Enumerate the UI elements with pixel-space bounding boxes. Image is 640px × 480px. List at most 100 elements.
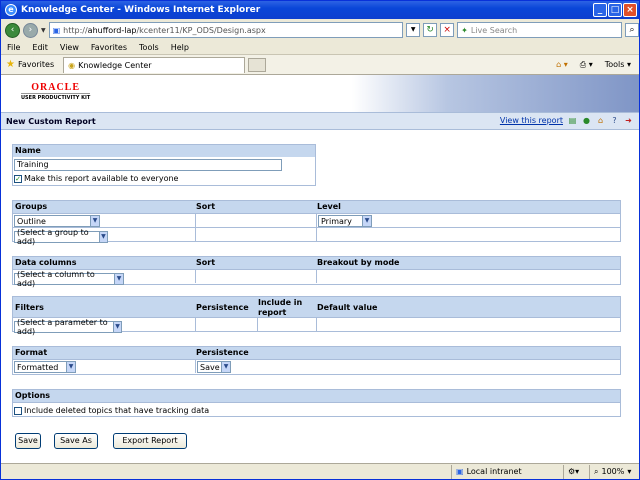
tab-label: Knowledge Center [78,60,152,70]
persistence-select[interactable]: Save ▼ [197,361,231,373]
filters-header: Filters [15,303,44,312]
search-input[interactable]: ✦ Live Search [457,22,622,38]
home-icon[interactable]: ⌂ ▾ [556,60,568,69]
data-sort-header: Sort [196,258,216,267]
parameter-add-select[interactable]: (Select a parameter to add) ▼ [14,318,122,336]
name-value: Training [17,160,49,169]
tab-page-icon: ◉ [68,60,76,70]
history-dropdown-icon[interactable]: ▼ [41,27,46,34]
group-select[interactable]: Outline ▼ [14,215,100,227]
share-checkbox[interactable]: ✓ [14,174,22,183]
page-header: New Custom Report View this report ▤ ● ⌂… [1,112,639,130]
address-bar: ‹ › ▼ ▣ http://ahufford-lap/kcenter11/KP… [1,19,639,41]
zoom-label: 100% [601,467,625,476]
include-header: Include in report [258,298,303,317]
menu-file[interactable]: File [7,43,20,52]
url-path: /kcenter11/KP_ODS/Design.aspx [136,25,266,35]
menu-help[interactable]: Help [171,43,189,52]
url-input[interactable]: ▣ http://ahufford-lap/kcenter11/KP_ODS/D… [48,22,404,38]
column-add-value: (Select a column to add) [17,270,95,288]
home-icon[interactable]: ⌂ [596,116,605,125]
group-add-value: (Select a group to add) [17,228,89,246]
menu-favorites[interactable]: Favorites [91,43,127,52]
refresh-icon[interactable]: ↻ [423,23,438,37]
menu-bar: File Edit View Favorites Tools Help [1,41,639,55]
close-button[interactable]: × [623,3,637,17]
filters-persistence-header: Persistence [196,303,249,312]
options-header: Options [13,390,620,402]
level-header: Level [317,202,341,211]
ie-logo-icon: e [5,4,17,16]
name-section: Name Training ✓ Make this report availab… [12,144,316,186]
banner: ORACLE USER PRODUCTIVITY KIT [1,75,639,112]
logo-product: USER PRODUCTIVITY KIT [21,93,91,101]
name-header: Name [13,145,315,157]
url-dropdown-button[interactable]: ▼ [406,23,421,37]
forward-button[interactable]: › [22,22,38,38]
page-icon: ▣ [52,25,61,35]
filters-section: Filters Persistence Include in report De… [12,296,621,336]
format-persistence-header: Persistence [196,348,249,357]
data-columns-section: Data columns Sort Breakout by mode (Sele… [12,256,621,288]
url-host: ahufford-lap [87,25,137,35]
search-placeholder: Live Search [470,25,518,35]
go-icon[interactable]: ● [582,116,591,125]
title-bar: e Knowledge Center - Windows Internet Ex… [1,1,639,19]
maximize-button[interactable]: □ [608,3,622,17]
chevron-down-icon: ▼ [90,216,99,226]
format-select[interactable]: Formatted ▼ [14,361,76,373]
chevron-down-icon: ▼ [66,362,75,372]
favorites-label: Favorites [17,60,55,69]
zone-indicator[interactable]: ▣ Local intranet [451,464,563,479]
protected-mode-icon[interactable]: ⚙▾ [563,464,589,479]
name-input[interactable]: Training [14,159,282,171]
browser-window: e Knowledge Center - Windows Internet Ex… [0,0,640,480]
print-icon[interactable]: ⎙ ▾ [580,60,593,70]
view-report-link[interactable]: View this report [500,116,563,125]
logo-brand: ORACLE [31,82,81,93]
tab-knowledge-center[interactable]: ◉ Knowledge Center [63,56,246,73]
menu-tools[interactable]: Tools [139,43,159,52]
export-icon[interactable]: ▤ [568,116,577,125]
breakout-header: Breakout by mode [317,258,400,267]
stop-icon[interactable]: × [440,23,455,37]
new-tab-button[interactable] [248,57,267,72]
share-label: Make this report available to everyone [24,174,179,183]
level-value: Primary [321,216,352,226]
url-prefix: http:// [63,25,88,35]
group-add-select[interactable]: (Select a group to add) ▼ [14,228,108,246]
groups-header: Groups [15,202,48,211]
group-value: Outline [17,216,46,226]
menu-edit[interactable]: Edit [32,43,48,52]
zoom-icon: ⌕ [594,466,599,476]
menu-view[interactable]: View [60,43,79,52]
chevron-down-icon: ▼ [362,216,371,226]
level-select[interactable]: Primary ▼ [318,215,372,227]
minimize-button[interactable]: _ [593,3,607,17]
favorites-star-icon: ★ [6,59,15,70]
back-button[interactable]: ‹ [5,22,20,38]
zoom-control[interactable]: ⌕ 100% ▾ [589,464,637,479]
options-section: Options Include deleted topics that have… [12,389,621,417]
tools-menu[interactable]: Tools ▾ [605,60,631,69]
column-add-select[interactable]: (Select a column to add) ▼ [14,270,124,288]
search-go-icon[interactable]: ⌕ [625,23,639,37]
favorites-button[interactable]: ★ Favorites [1,59,59,70]
chevron-down-icon: ▼ [221,362,230,372]
favorites-bar: ★ Favorites ◉ Knowledge Center ⌂ ▾ ⎙ ▾ T… [1,55,639,75]
parameter-add-value: (Select a parameter to add) [17,318,108,336]
include-deleted-checkbox[interactable] [14,406,22,415]
save-as-button[interactable]: Save As [54,433,98,449]
help-icon[interactable]: ? [610,116,619,125]
format-value: Formatted [17,362,59,372]
include-deleted-label: Include deleted topics that have trackin… [24,406,210,415]
format-section: Format Persistence Formatted ▼ Save ▼ [12,346,621,375]
export-report-button[interactable]: Export Report [113,433,187,449]
chevron-down-icon: ▼ [113,322,121,332]
tools-label: Tools [604,60,625,69]
save-button[interactable]: Save [15,433,41,449]
chevron-down-icon: ▼ [114,274,123,284]
logout-icon[interactable]: ➜ [624,116,633,125]
live-search-icon: ✦ [461,25,468,35]
data-columns-header: Data columns [15,258,77,267]
